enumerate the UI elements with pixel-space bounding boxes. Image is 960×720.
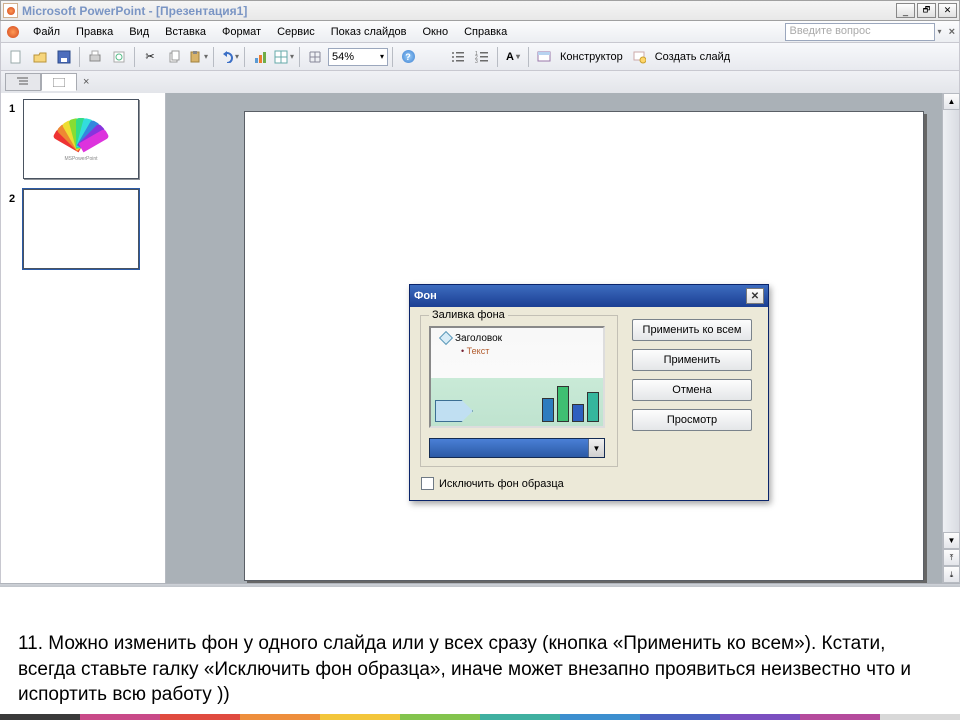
background-dialog: Фон ✕ Заливка фона Заголовок Текст <box>409 284 769 501</box>
menu-edit[interactable]: Правка <box>68 23 121 41</box>
paste-icon[interactable] <box>187 46 209 68</box>
chart-icon[interactable] <box>249 46 271 68</box>
minimize-button[interactable]: _ <box>896 3 915 18</box>
pane-close-button[interactable]: × <box>83 76 89 88</box>
window-title: Microsoft PowerPoint - [Презентация1] <box>22 4 894 18</box>
new-slide-icon[interactable] <box>628 46 650 68</box>
undo-icon[interactable] <box>218 46 240 68</box>
color-strip <box>0 714 960 720</box>
menu-insert[interactable]: Вставка <box>157 23 214 41</box>
menu-help[interactable]: Справка <box>456 23 515 41</box>
menu-dropdown-icon[interactable]: ▾ <box>938 27 942 36</box>
help-icon[interactable]: ? <box>397 46 419 68</box>
separator <box>134 47 135 67</box>
separator <box>392 47 393 67</box>
zoom-value: 54% <box>332 51 354 63</box>
next-slide-icon[interactable]: ⤓ <box>943 566 960 583</box>
new-slide-button[interactable]: Создать слайд <box>652 51 733 63</box>
close-button[interactable]: ✕ <box>938 3 957 18</box>
thumbnail-row: 1 MSPowerPoint <box>9 99 157 179</box>
prev-slide-icon[interactable]: ⤒ <box>943 549 960 566</box>
slide-thumbnail-2[interactable] <box>23 189 139 269</box>
diamond-icon <box>439 331 453 345</box>
thumbnail-row: 2 <box>9 189 157 269</box>
menu-tools[interactable]: Сервис <box>269 23 323 41</box>
pane-tabs: × <box>0 71 960 93</box>
menu-file[interactable]: Файл <box>25 23 68 41</box>
slide-preview: Заголовок Текст <box>429 326 605 428</box>
scroll-down-icon[interactable]: ▼ <box>943 532 960 549</box>
vertical-scrollbar[interactable]: ▲ ▼ ⤒ ⤓ <box>942 93 959 583</box>
separator <box>213 47 214 67</box>
splitter[interactable] <box>0 583 960 587</box>
slide-thumbnail-1[interactable]: MSPowerPoint <box>23 99 139 179</box>
new-icon[interactable] <box>5 46 27 68</box>
separator <box>299 47 300 67</box>
grid-icon[interactable] <box>304 46 326 68</box>
separator <box>497 47 498 67</box>
fieldset-legend: Заливка фона <box>429 309 508 321</box>
designer-icon[interactable] <box>533 46 555 68</box>
app-icon <box>3 3 18 18</box>
fill-fieldset: Заливка фона Заголовок Текст <box>420 315 618 467</box>
slides-tab[interactable] <box>41 73 77 91</box>
apply-all-button[interactable]: Применить ко всем <box>632 319 752 341</box>
thumb-number: 2 <box>9 189 23 269</box>
print-icon[interactable] <box>84 46 106 68</box>
menu-window[interactable]: Окно <box>415 23 457 41</box>
open-icon[interactable] <box>29 46 51 68</box>
arrow-shape-icon <box>435 400 473 422</box>
table-icon[interactable] <box>273 46 295 68</box>
preview-icon[interactable] <box>108 46 130 68</box>
dialog-titlebar[interactable]: Фон ✕ <box>410 285 768 307</box>
menu-view[interactable]: Вид <box>121 23 157 41</box>
close-document-button[interactable]: × <box>949 26 955 38</box>
menu-slideshow[interactable]: Показ слайдов <box>323 23 415 41</box>
preview-button[interactable]: Просмотр <box>632 409 752 431</box>
bullets-icon[interactable] <box>447 46 469 68</box>
designer-button[interactable]: Конструктор <box>557 51 626 63</box>
font-increase-icon[interactable]: A <box>502 46 524 68</box>
separator <box>79 47 80 67</box>
menu-bar: Файл Правка Вид Вставка Формат Сервис По… <box>0 21 960 43</box>
numbering-icon[interactable]: 123 <box>471 46 493 68</box>
copy-icon[interactable] <box>163 46 185 68</box>
restore-button[interactable]: 🗗 <box>917 3 936 18</box>
svg-text:3: 3 <box>475 59 478 64</box>
standard-toolbar: ✂ 54%▾ ? 123 A Конструктор Создать слайд <box>0 43 960 71</box>
chevron-down-icon: ▼ <box>588 439 604 457</box>
cut-icon[interactable]: ✂ <box>139 46 161 68</box>
outline-tab[interactable] <box>5 73 41 91</box>
save-icon[interactable] <box>53 46 75 68</box>
dialog-close-button[interactable]: ✕ <box>746 288 764 304</box>
system-menu-icon[interactable] <box>5 24 21 40</box>
question-input[interactable]: Введите вопрос <box>785 23 935 41</box>
scroll-up-icon[interactable]: ▲ <box>943 93 960 110</box>
title-bar: Microsoft PowerPoint - [Презентация1] _ … <box>0 0 960 21</box>
dialog-title: Фон <box>414 290 746 302</box>
separator <box>244 47 245 67</box>
separator <box>528 47 529 67</box>
fill-color-combo[interactable]: ▼ <box>429 438 605 458</box>
preview-title: Заголовок <box>455 333 597 344</box>
thumb-number: 1 <box>9 99 23 179</box>
exclude-master-checkbox[interactable] <box>421 477 434 490</box>
exclude-master-label: Исключить фон образца <box>439 478 564 490</box>
slide-thumbnails-panel[interactable]: 1 MSPowerPoint <box>1 93 166 583</box>
color-fan-icon <box>46 116 116 152</box>
cancel-button[interactable]: Отмена <box>632 379 752 401</box>
tutorial-caption: 11. Можно изменить фон у одного слайда и… <box>0 623 960 712</box>
zoom-combo[interactable]: 54%▾ <box>328 48 388 66</box>
apply-button[interactable]: Применить <box>632 349 752 371</box>
preview-text: Текст <box>461 346 597 356</box>
thumb1-caption: MSPowerPoint <box>64 156 97 162</box>
menu-format[interactable]: Формат <box>214 23 269 41</box>
